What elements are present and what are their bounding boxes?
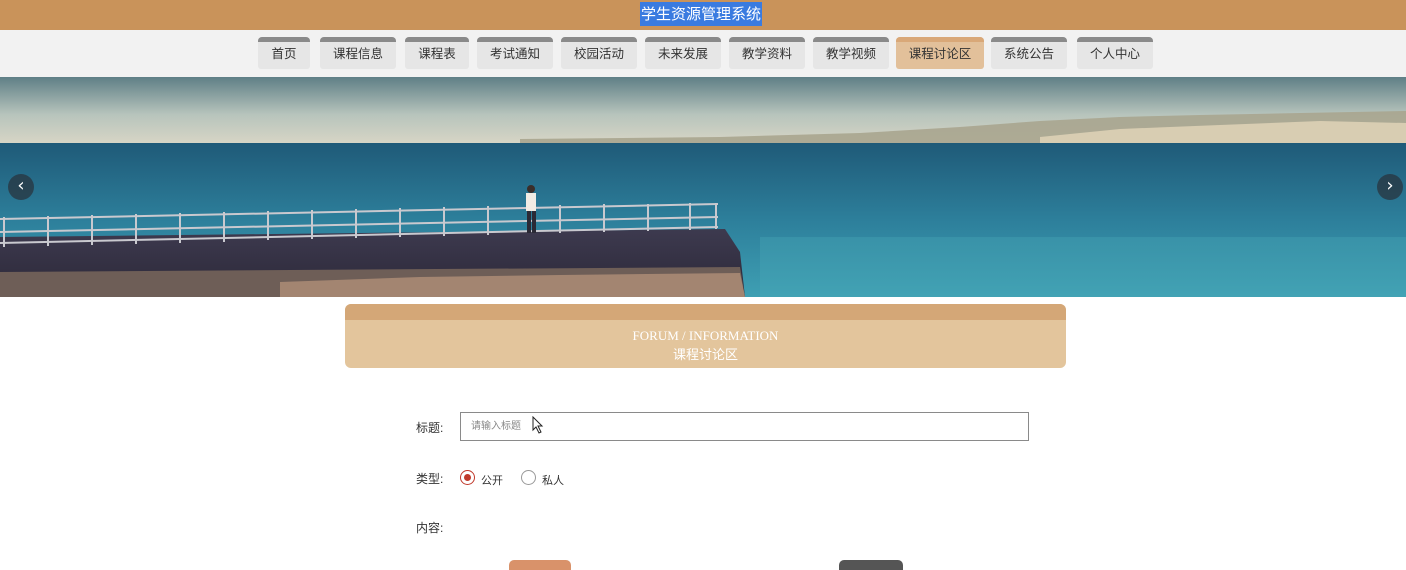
main-nav: 首页 课程信息 课程表 考试通知 校园活动 未来发展 教学资料 教学视频 课程讨… [0,30,1406,77]
nav-item-course-forum[interactable]: 课程讨论区 [896,37,984,69]
nav-item-home[interactable]: 首页 [258,37,310,69]
nav-item-future-development[interactable]: 未来发展 [645,37,721,69]
nav-item-personal-center[interactable]: 个人中心 [1077,37,1153,69]
type-radio-public-label[interactable]: 公开 [481,472,503,488]
type-radio-public[interactable] [460,470,475,485]
mouse-cursor-icon [532,416,544,434]
nav-item-exam-notice[interactable]: 考试通知 [477,37,553,69]
chevron-left-icon: ‹ [17,175,25,196]
nav-item-campus-activity[interactable]: 校园活动 [561,37,637,69]
section-title-en: FORUM / INFORMATION [632,328,779,343]
top-header-bar: 学生资源管理系统 [0,0,1406,30]
nav-item-teaching-materials[interactable]: 教学资料 [729,37,805,69]
type-radio-private[interactable] [521,470,536,485]
content-label: 内容: [416,521,444,535]
chevron-right-icon: › [1386,175,1394,196]
section-header-strip [345,304,1066,320]
nav-item-teaching-videos[interactable]: 教学视频 [813,37,889,69]
site-title: 学生资源管理系统 [640,2,763,26]
title-label: 标题: [416,421,444,435]
banner-seascape-image [0,77,1406,297]
banner-prev-button[interactable]: ‹ [8,174,34,200]
nav-item-course-info[interactable]: 课程信息 [320,37,396,69]
submit-button[interactable] [509,560,571,570]
banner-carousel: ‹ › [0,77,1406,297]
nav-item-timetable[interactable]: 课程表 [405,37,469,69]
type-label: 类型: [416,472,444,486]
reset-button[interactable] [839,560,903,570]
type-radio-private-label[interactable]: 私人 [542,472,564,488]
section-header: FORUM / INFORMATION 课程讨论区 [345,304,1066,368]
nav-item-system-notice[interactable]: 系统公告 [991,37,1067,69]
section-title-cn: 课程讨论区 [672,348,738,363]
title-input[interactable] [460,412,1029,441]
banner-next-button[interactable]: › [1377,174,1403,200]
